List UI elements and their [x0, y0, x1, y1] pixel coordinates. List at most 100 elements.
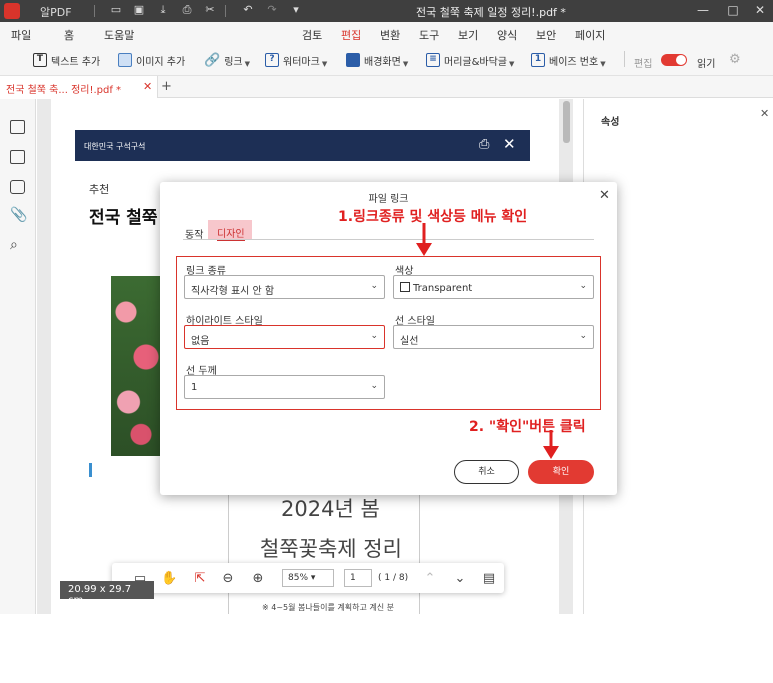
print-icon[interactable]: ⎙ [181, 4, 193, 16]
app-name: 알PDF [40, 6, 72, 19]
close-window-button[interactable]: ✕ [753, 3, 767, 17]
menu-tools[interactable]: 도구 [419, 27, 439, 43]
zoom-select[interactable]: 85% ▾ [282, 569, 334, 587]
watermark-label: 워터마크 [283, 56, 320, 68]
chevron-down-icon: ▼ [402, 60, 409, 68]
link-type-select[interactable]: 직사각형 표시 안 함 ⌄ [184, 275, 385, 299]
document-tab[interactable]: 전국 철쭉 축... 정리!.pdf * ✕ [0, 76, 158, 98]
document-tab-label: 전국 철쭉 축... 정리!.pdf * [6, 85, 122, 96]
highlight-style-select[interactable]: 없음 ⌄ [184, 325, 385, 349]
panel-toggle-icon[interactable] [10, 120, 25, 134]
menu-file[interactable]: 파일 [11, 27, 31, 43]
read-mode-label: 읽기 [697, 59, 716, 70]
chevron-down-icon: ⌄ [579, 331, 587, 341]
step2-annotation: 2. "확인"버튼 클릭 [469, 419, 586, 435]
save-icon[interactable]: ▣ [133, 4, 145, 16]
printer-icon: ⎙ [479, 137, 490, 152]
poster-line-2: 철쭉꽃축제 정리 [260, 537, 402, 561]
add-tab-button[interactable]: + [161, 79, 172, 94]
page-size-tooltip: 20.99 x 29.7 cm [60, 581, 154, 606]
color-value: Transparent [413, 283, 473, 294]
add-image-label: 이미지 추가 [136, 56, 186, 68]
header-footer-button[interactable]: ≡ 머리글&바닥글 ▼ [426, 52, 514, 68]
maximize-button[interactable]: □ [726, 3, 740, 17]
add-image-button[interactable]: 이미지 추가 [118, 52, 185, 68]
background-button[interactable]: 배경화면 ▼ [346, 52, 408, 68]
download-icon[interactable]: ⤓ [157, 4, 169, 16]
fit-page-icon[interactable]: ▤ [481, 571, 497, 587]
add-text-label: 텍스트 추가 [51, 56, 101, 68]
menu-page[interactable]: 페이지 [575, 27, 605, 43]
cancel-button[interactable]: 취소 [454, 460, 519, 484]
link-button[interactable]: 🔗 링크 ▼ [204, 52, 250, 69]
chevron-down-icon: ▼ [244, 60, 250, 68]
bates-number-button[interactable]: 1 베이즈 번호 ▼ [531, 52, 606, 68]
search-icon[interactable]: ⌕ [10, 237, 18, 253]
text-icon: T [33, 53, 47, 67]
menu-convert[interactable]: 변환 [380, 27, 400, 43]
quick-menu-icon[interactable]: ▾ [290, 4, 302, 16]
tab-design[interactable]: 디자인 [208, 220, 252, 241]
step2-arrow-icon [543, 430, 559, 459]
page-number-input[interactable]: 1 [344, 569, 372, 587]
zoom-out-icon[interactable]: ⊖ [220, 571, 236, 587]
undo-icon[interactable]: ↶ [242, 4, 254, 16]
chevron-down-icon: ⌄ [370, 331, 378, 341]
chevron-down-icon: ▼ [509, 60, 515, 68]
divider [624, 51, 625, 67]
header-footer-label: 머리글&바닥글 [444, 56, 507, 68]
scissors-icon[interactable]: ✂ [204, 4, 216, 16]
page-count: ( 1 / 8) [378, 573, 409, 583]
properties-title: 속성 [601, 117, 620, 128]
menu-home[interactable]: 홈 [64, 27, 74, 43]
menu-view[interactable]: 보기 [458, 27, 478, 43]
select-tool-icon[interactable]: ⇱ [192, 571, 208, 587]
image-icon [118, 53, 132, 67]
document-title: 전국 철쭉 축제 일정 정리!.pdf * [416, 6, 566, 19]
tab-divider [183, 239, 594, 240]
close-panel-icon[interactable]: ✕ [760, 107, 769, 120]
menu-help[interactable]: 도움말 [104, 27, 134, 43]
watermark-icon: ? [265, 53, 279, 67]
close-tab-icon[interactable]: ✕ [143, 80, 152, 93]
menu-security[interactable]: 보안 [536, 27, 556, 43]
edit-mode-label: 편집 [634, 59, 653, 70]
edit-read-toggle[interactable] [661, 54, 687, 66]
watermark-button[interactable]: ? 워터마크 ▼ [265, 52, 327, 68]
close-icon: ✕ [503, 135, 516, 153]
next-page-icon[interactable]: ⌄ [452, 571, 468, 587]
menu-form[interactable]: 양식 [497, 27, 517, 43]
dialog-close-button[interactable]: ✕ [599, 188, 610, 203]
previous-page-icon[interactable]: ⌃ [422, 571, 438, 587]
accent-bar [89, 463, 92, 477]
doc-recommend-label: 추천 [89, 183, 110, 196]
line-style-select[interactable]: 실선 ⌄ [393, 325, 594, 349]
attachment-icon[interactable]: 📎 [10, 207, 27, 223]
bookmark-icon[interactable] [10, 150, 25, 164]
link-type-value: 직사각형 표시 안 함 [191, 286, 275, 297]
open-folder-icon[interactable]: ▭ [110, 4, 122, 16]
add-text-button[interactable]: T 텍스트 추가 [33, 52, 100, 68]
comment-icon[interactable] [10, 180, 25, 194]
hand-tool-icon[interactable]: ✋ [161, 571, 177, 587]
settings-gear-icon[interactable]: ⚙ [729, 52, 741, 67]
vertical-scrollbar[interactable] [563, 101, 570, 143]
chevron-down-icon: ⌄ [579, 281, 587, 291]
zoom-in-icon[interactable]: ⊕ [250, 571, 266, 587]
view-toolbar: ▭ ✋ ⇱ ⊖ ⊕ 85% ▾ 1 ( 1 / 8) ⌃ ⌄ ▤ [112, 563, 504, 593]
chevron-down-icon: ▼ [600, 60, 606, 68]
azalea-photo [111, 276, 161, 456]
line-width-select[interactable]: 1 ⌄ [184, 375, 385, 399]
redo-icon[interactable]: ↷ [266, 4, 278, 16]
menu-review[interactable]: 검토 [302, 27, 322, 43]
ok-button[interactable]: 확인 [528, 460, 594, 484]
chevron-down-icon: ⌄ [370, 281, 378, 291]
divider [94, 5, 95, 17]
doc-footnote: ※ 4~5월 봄나들이를 계획하고 계신 분 [262, 603, 394, 612]
highlight-style-value: 없음 [191, 336, 210, 347]
minimize-button[interactable]: — [696, 3, 710, 17]
edit-toolbar: T 텍스트 추가 이미지 추가 🔗 링크 ▼ ? 워터마크 ▼ 배경화면 ▼ ≡… [0, 44, 773, 76]
doc-heading: 전국 철쭉 [89, 208, 158, 228]
color-select[interactable]: Transparent ⌄ [393, 275, 594, 299]
background-icon [346, 53, 360, 67]
